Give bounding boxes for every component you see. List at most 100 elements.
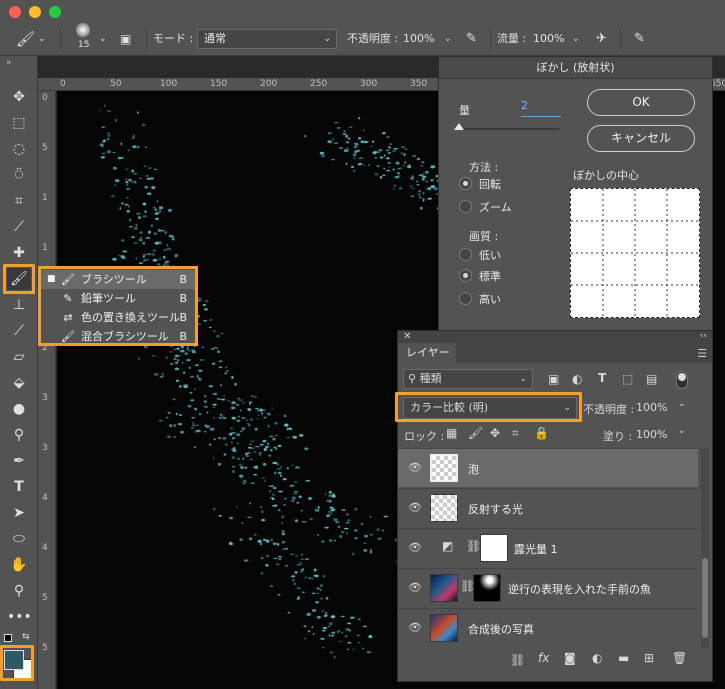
quality-draft-radio[interactable]	[459, 248, 472, 261]
flow-value[interactable]: 100%	[533, 29, 564, 49]
history-brush-tool-icon[interactable]: ⟋	[7, 320, 31, 342]
amount-slider-track[interactable]	[459, 128, 559, 130]
opacity-value[interactable]: 100%	[403, 29, 434, 49]
blend-mode-select[interactable]: カラー比較 (明) ⌄	[403, 397, 577, 419]
panel-menu-icon[interactable]: ☰	[697, 347, 707, 360]
visibility-eye-icon[interactable]: 👁	[408, 461, 422, 475]
fx-icon[interactable]: fx	[538, 651, 549, 665]
visibility-eye-icon[interactable]: 👁	[408, 501, 422, 515]
layer-row-bubbles[interactable]: 👁 泡	[398, 448, 698, 487]
lock-transparency-icon[interactable]: ▦	[446, 426, 457, 440]
bubble-particle	[256, 418, 259, 420]
ellipse-tool-icon[interactable]: ⬭	[7, 528, 31, 550]
chevron-down-icon[interactable]: ⌄	[38, 29, 46, 49]
pressure-opacity-icon[interactable]: ✎	[466, 29, 477, 49]
new-group-folder-icon[interactable]: ▬	[618, 651, 629, 665]
quality-best-radio[interactable]	[459, 292, 472, 305]
method-spin-radio[interactable]	[459, 177, 472, 190]
quick-selection-tool-icon[interactable]: ⍥	[7, 164, 31, 186]
fill-value[interactable]: 100%	[636, 428, 667, 441]
zoom-window-button[interactable]	[49, 6, 61, 18]
lock-image-icon[interactable]: 🖌	[468, 426, 483, 440]
paint-bucket-tool-icon[interactable]: ⬙	[7, 372, 31, 394]
brush-picker-chevron-icon[interactable]: ⌄	[99, 29, 107, 49]
brush-settings-panel-icon[interactable]: ▣	[120, 29, 131, 49]
tab-layers[interactable]: レイヤー	[398, 343, 456, 363]
collapse-panel-icon[interactable]: »	[6, 58, 12, 68]
healing-brush-tool-icon[interactable]: ✚	[7, 242, 31, 264]
lasso-tool-icon[interactable]: ◌	[7, 138, 31, 160]
lock-position-icon[interactable]: ✥	[490, 426, 500, 440]
method-zoom-radio[interactable]	[459, 200, 472, 213]
mode-select[interactable]: 通常 ⌄	[197, 29, 337, 49]
delete-layer-trash-icon[interactable]: 🗑	[672, 651, 687, 665]
bubble-particle	[289, 553, 295, 555]
default-colors-icon[interactable]	[4, 634, 12, 642]
crop-tool-icon[interactable]: ⌗	[7, 190, 31, 212]
options-bar: 🖌 ⌄ 15 ⌄ ▣ モード : 通常 ⌄ 不透明度 : 100% ⌄ ✎ 流量…	[0, 0, 725, 56]
more-tools-icon[interactable]: •••	[7, 606, 32, 628]
adjustment-filter-icon[interactable]: ◐	[572, 372, 582, 386]
layer-filter-select[interactable]: ⚲ 種類 ⌄	[403, 369, 533, 389]
pixel-filter-icon[interactable]: ▣	[548, 372, 559, 386]
zoom-tool-icon[interactable]: ⚲	[7, 580, 31, 602]
blur-tool-icon[interactable]: ●	[7, 398, 31, 420]
cancel-button[interactable]: キャンセル	[587, 125, 695, 152]
brush-tip-preview-icon[interactable]	[76, 23, 90, 37]
layer-row-exposure[interactable]: 👁 ◩ ⛓ 露光量 1	[398, 528, 698, 567]
lock-all-icon[interactable]: 🔒	[534, 426, 549, 440]
path-selection-tool-icon[interactable]: ➤	[7, 502, 31, 524]
blur-center-preview[interactable]	[570, 188, 700, 318]
layers-scrollbar-thumb[interactable]	[702, 558, 708, 638]
layer-row-composite-photo[interactable]: 👁 合成後の写真	[398, 608, 698, 647]
pressure-size-icon[interactable]: ✎	[634, 29, 645, 49]
flyout-item-brush[interactable]: ■ 🖌 ブラシツール B	[41, 270, 195, 289]
collapse-panel-icon[interactable]: ‹‹	[700, 331, 707, 341]
ok-button[interactable]: OK	[587, 89, 695, 116]
amount-input[interactable]: 2	[521, 99, 561, 117]
shape-filter-icon[interactable]: ⬚	[622, 372, 633, 386]
move-tool-icon[interactable]: ✥	[7, 86, 31, 108]
type-tool-icon[interactable]: T	[7, 476, 31, 498]
close-panel-icon[interactable]: ✕	[403, 331, 411, 342]
marquee-tool-icon[interactable]: ⬚	[7, 112, 31, 134]
new-adjustment-layer-icon[interactable]: ◐	[592, 651, 602, 665]
fill-chevron-icon[interactable]: ⌄	[678, 426, 686, 436]
link-layers-icon[interactable]: ⛓	[510, 653, 525, 667]
visibility-eye-icon[interactable]: 👁	[408, 581, 422, 595]
layer-opacity-value[interactable]: 100%	[636, 401, 667, 414]
ruler-tick-label: 250	[310, 79, 328, 89]
close-window-button[interactable]	[9, 6, 21, 18]
minimize-window-button[interactable]	[29, 6, 41, 18]
airbrush-icon[interactable]: ✈	[596, 29, 607, 49]
new-layer-icon[interactable]: ⊞	[644, 651, 654, 665]
visibility-eye-icon[interactable]: 👁	[408, 621, 422, 635]
flyout-item-mixer-brush[interactable]: 🖌 混合ブラシツール B	[41, 327, 195, 346]
flow-chevron-icon[interactable]: ⌄	[572, 29, 580, 49]
amount-slider-thumb[interactable]	[454, 123, 464, 130]
type-filter-icon[interactable]: T	[598, 371, 606, 385]
eyedropper-tool-icon[interactable]: ⟋	[7, 216, 31, 238]
quality-good-radio[interactable]	[459, 269, 472, 282]
filter-toggle[interactable]	[676, 371, 688, 389]
layer-row-backlit-fish[interactable]: 👁 ⛓ 逆行の表現を入れた手前の魚	[398, 568, 698, 607]
add-mask-icon[interactable]: ◙	[564, 651, 576, 665]
visibility-eye-icon[interactable]: 👁	[408, 541, 422, 555]
swap-colors-icon[interactable]: ⇆	[22, 632, 30, 642]
smart-object-filter-icon[interactable]: ▤	[646, 372, 657, 386]
brush-tool-icon[interactable]: 🖌	[7, 268, 31, 290]
opacity-chevron-icon[interactable]: ⌄	[444, 29, 452, 49]
eraser-tool-icon[interactable]: ▱	[7, 346, 31, 368]
layers-scrollbar[interactable]	[701, 448, 709, 648]
hand-tool-icon[interactable]: ✋	[7, 554, 31, 576]
foreground-color-swatch[interactable]	[4, 650, 24, 670]
layer-row-reflected-light[interactable]: 👁 反射する光	[398, 488, 698, 527]
opacity-chevron-icon[interactable]: ⌄	[678, 399, 686, 409]
pen-tool-icon[interactable]: ✒	[7, 450, 31, 472]
brush-tool-preset-icon[interactable]: 🖌	[16, 29, 35, 49]
clone-stamp-tool-icon[interactable]: ⊥	[7, 294, 31, 316]
flyout-item-color-replacement[interactable]: ⇄ 色の置き換えツール B	[41, 308, 195, 327]
lock-artboard-icon[interactable]: ⌗	[512, 426, 519, 441]
flyout-item-pencil[interactable]: ✎ 鉛筆ツール B	[41, 289, 195, 308]
dodge-tool-icon[interactable]: ⚲	[7, 424, 31, 446]
